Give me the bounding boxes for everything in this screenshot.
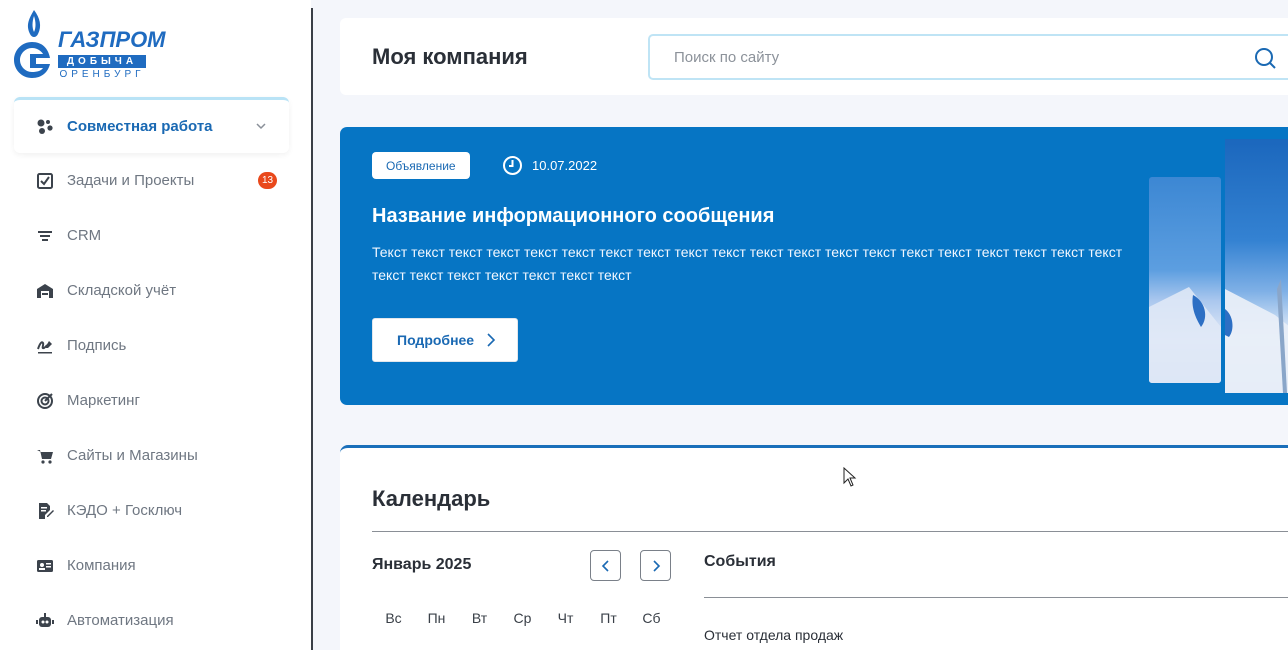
weekday-header: Вс Пн Вт Ср Чт Пт Сб xyxy=(372,610,673,626)
target-icon xyxy=(36,392,54,410)
document-edit-icon xyxy=(36,502,54,520)
chevron-right-icon xyxy=(652,559,660,572)
flame-logo-icon xyxy=(14,10,50,78)
next-month-button[interactable] xyxy=(640,550,671,581)
divider xyxy=(372,531,1288,532)
prev-month-button[interactable] xyxy=(590,550,621,581)
sidebar-item-label: Подпись xyxy=(67,337,127,354)
search-input[interactable] xyxy=(650,36,1288,78)
weekday-label: Пт xyxy=(600,610,617,626)
calendar-widget: Календарь Январь 2025 Вс Пн Вт Ср Чт Пт … xyxy=(340,445,1288,650)
crm-filter-icon xyxy=(36,227,54,245)
weekday-label: Ср xyxy=(513,610,532,626)
calendar-title: Календарь xyxy=(372,486,491,511)
sidebar-item-collaboration[interactable]: Совместная работа xyxy=(14,97,289,153)
top-header: Моя компания xyxy=(340,18,1288,95)
announcement-date: 10.07.2022 xyxy=(502,155,597,176)
sidebar-item-automation[interactable]: Автоматизация xyxy=(14,593,289,648)
logo-subtitle: ДОБЫЧА xyxy=(58,55,146,68)
sidebar-item-label: Маркетинг xyxy=(67,392,140,409)
sidebar-nav: Совместная работа Задачи и Проекты 13 CR… xyxy=(14,97,289,648)
sidebar-item-tasks[interactable]: Задачи и Проекты 13 xyxy=(14,153,289,208)
date-text: 10.07.2022 xyxy=(532,158,598,173)
announcement-banner: Объявление 10.07.2022 Название информаци… xyxy=(340,127,1288,405)
announcement-badge: Объявление xyxy=(372,152,470,179)
chevron-left-icon xyxy=(601,559,609,572)
read-more-label: Подробнее xyxy=(397,332,475,348)
logo-city: ОРЕНБУРГ xyxy=(59,69,145,80)
sidebar-item-kedo[interactable]: КЭДО + Госключ xyxy=(14,483,289,538)
chevron-down-icon[interactable] xyxy=(255,120,267,132)
sidebar-item-signature[interactable]: Подпись xyxy=(14,318,289,373)
event-item[interactable]: Отчет отдела продаж xyxy=(704,627,843,643)
sidebar-item-crm[interactable]: CRM xyxy=(14,208,289,263)
cart-icon xyxy=(36,447,54,465)
month-label: Январь 2025 xyxy=(372,556,472,573)
weekday-label: Вт xyxy=(471,610,488,626)
robot-icon xyxy=(36,612,54,630)
sidebar-item-label: Автоматизация xyxy=(67,612,174,629)
banner-flag-image xyxy=(1149,177,1221,383)
sidebar-item-company[interactable]: Компания xyxy=(14,538,289,593)
sidebar-item-label: Сайты и Магазины xyxy=(67,447,198,464)
sidebar-item-label: Компания xyxy=(67,557,136,574)
clock-icon xyxy=(503,156,522,175)
collaboration-icon xyxy=(36,118,54,136)
company-logo[interactable]: ГАЗПРОМ ДОБЫЧА ОРЕНБУРГ xyxy=(12,8,166,82)
logo-title: ГАЗПРОМ xyxy=(58,27,166,52)
sidebar-item-label: КЭДО + Госключ xyxy=(67,502,183,519)
warehouse-icon xyxy=(36,282,54,300)
weekday-label: Пн xyxy=(427,610,446,626)
sidebar-item-marketing[interactable]: Маркетинг xyxy=(14,373,289,428)
notification-badge: 13 xyxy=(258,172,277,189)
weekday-label: Сб xyxy=(642,610,661,626)
tasks-icon xyxy=(36,172,54,190)
search-box xyxy=(648,34,1288,80)
page-title: Моя компания xyxy=(372,44,528,69)
search-icon[interactable] xyxy=(1254,47,1276,69)
chevron-right-icon xyxy=(487,333,496,347)
sidebar-item-label: Совместная работа xyxy=(67,118,213,135)
sidebar: ГАЗПРОМ ДОБЫЧА ОРЕНБУРГ Совместная работ… xyxy=(0,0,311,650)
sidebar-item-warehouse[interactable]: Складской учёт xyxy=(14,263,289,318)
announcement-title: Название информационного сообщения xyxy=(372,205,775,227)
weekday-label: Вс xyxy=(385,610,402,626)
sidebar-item-label: Задачи и Проекты xyxy=(67,172,195,189)
signature-icon xyxy=(36,337,54,355)
sidebar-divider xyxy=(311,8,313,650)
sidebar-item-sites-shops[interactable]: Сайты и Магазины xyxy=(14,428,289,483)
sidebar-item-label: CRM xyxy=(67,227,102,244)
read-more-button[interactable]: Подробнее xyxy=(372,318,518,362)
events-title: События xyxy=(704,553,776,570)
mouse-cursor-icon xyxy=(843,467,857,487)
sidebar-item-label: Складской учёт xyxy=(67,282,177,299)
divider xyxy=(704,597,1288,598)
banner-flag-image xyxy=(1225,139,1288,393)
id-card-icon xyxy=(36,557,54,575)
announcement-text: Текст текст текст текст текст текст текс… xyxy=(372,244,1123,283)
weekday-label: Чт xyxy=(557,610,574,626)
